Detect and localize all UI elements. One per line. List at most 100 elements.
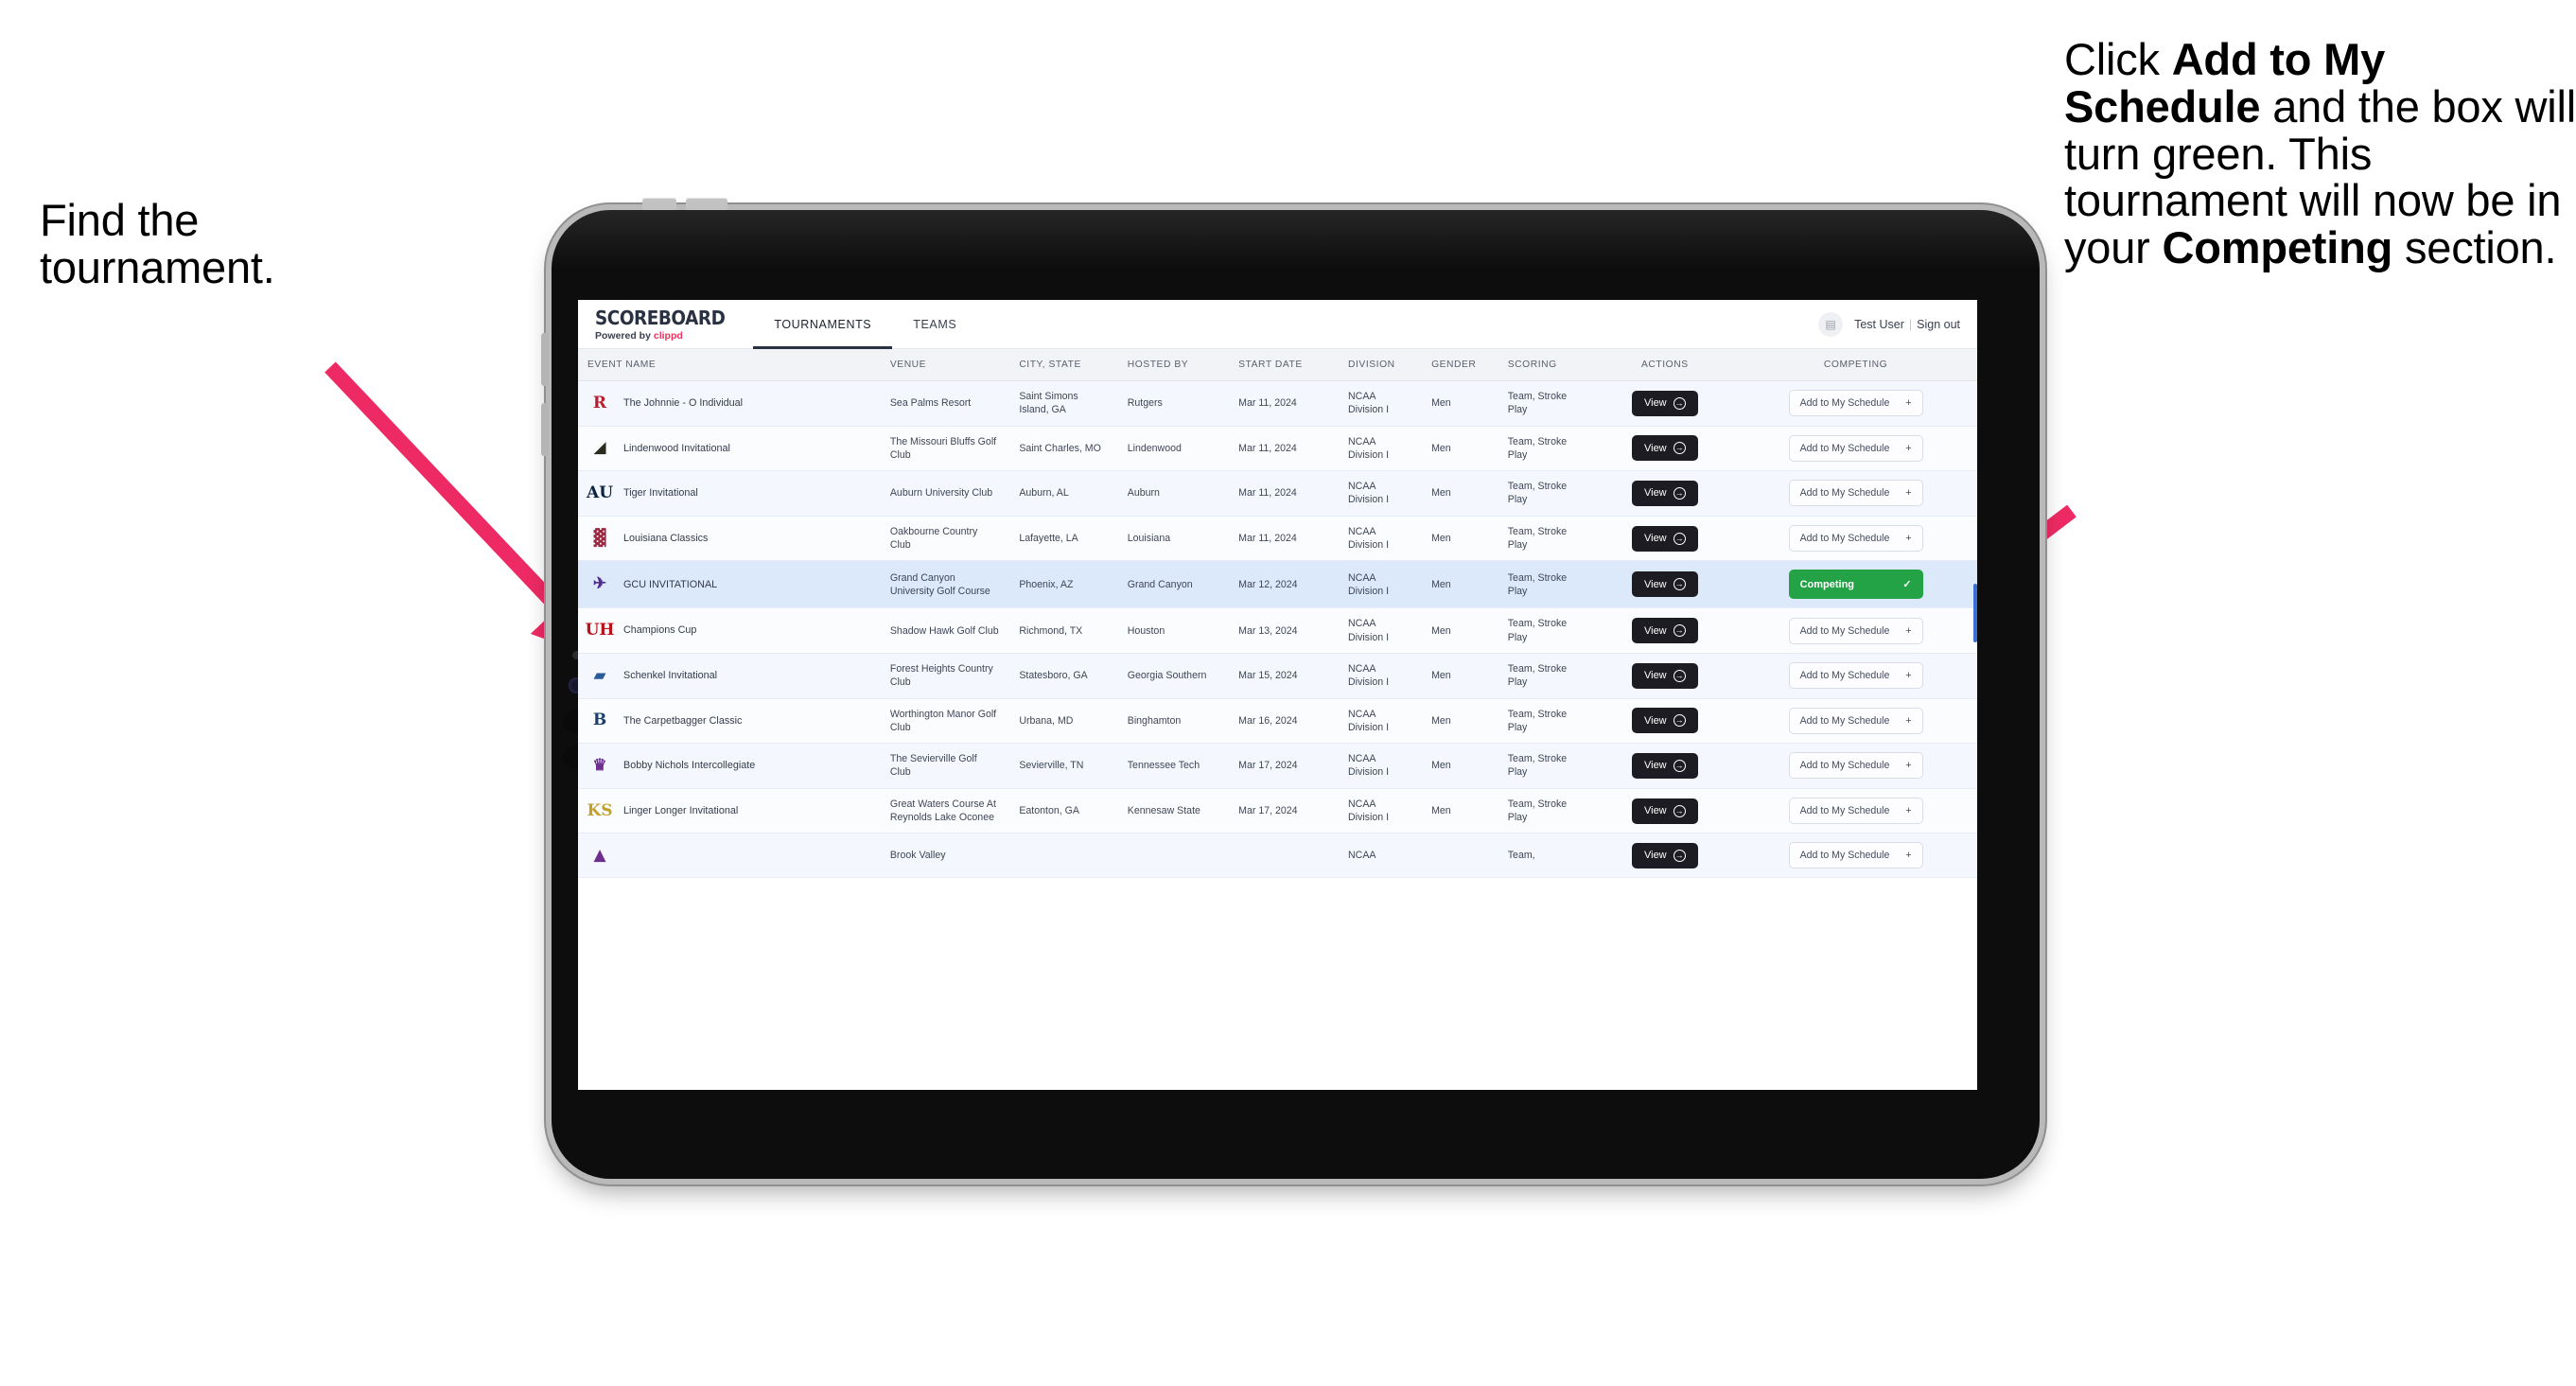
cell-division: NCAA Division I [1339, 653, 1423, 699]
add-to-my-schedule-label: Add to My Schedule [1799, 850, 1890, 862]
add-to-my-schedule-button[interactable]: Add to My Schedule + [1788, 617, 1923, 644]
cell-competing: Add to My Schedule + [1734, 698, 1977, 745]
add-to-my-schedule-button[interactable]: Add to My Schedule + [1788, 707, 1923, 734]
volume-down-button[interactable] [686, 198, 727, 210]
cell-city-state: Urbana, MD [1009, 698, 1118, 745]
view-button[interactable]: View → [1631, 390, 1698, 416]
view-button[interactable]: View → [1631, 842, 1698, 868]
cell-event-name: R The Johnnie - O Individual [578, 380, 881, 427]
table-row[interactable]: R The Johnnie - O Individual Sea Palms Res… [578, 380, 1977, 427]
table-row[interactable]: ▰ Schenkel Invitational Forest Heights Cou… [578, 653, 1977, 699]
team-logo-icon: KS [587, 800, 613, 820]
cell-hosted-by: Tennessee Tech [1117, 743, 1230, 789]
side-button-upper[interactable] [541, 333, 549, 386]
table-row[interactable]: ◢ Lindenwood Invitational The Missouri Blu… [578, 426, 1977, 472]
table-row[interactable]: AU Tiger Invitational Auburn University Cl… [578, 470, 1977, 517]
team-logo-icon: ▰ [593, 665, 606, 685]
view-button[interactable]: View → [1631, 752, 1698, 779]
add-to-my-schedule-button[interactable]: Add to My Schedule + [1788, 662, 1923, 690]
plus-icon: + [1905, 805, 1912, 817]
view-button-label: View [1643, 805, 1667, 817]
cell-actions: View → [1595, 380, 1735, 427]
col-division[interactable]: DIVISION [1339, 349, 1423, 381]
cell-start-date: Mar 17, 2024 [1229, 743, 1340, 789]
scrollbar-thumb[interactable] [1973, 584, 1977, 642]
arrow-right-circle-icon: → [1673, 714, 1686, 728]
view-button[interactable]: View → [1631, 571, 1698, 598]
cell-actions: View → [1595, 560, 1735, 609]
view-button[interactable]: View → [1631, 480, 1698, 506]
col-city-state[interactable]: CITY, STATE [1009, 349, 1118, 381]
table-row[interactable]: ▓ Louisiana Classics Oakbourne Country Clu… [578, 516, 1977, 562]
cell-scoring: Team, Stroke Play [1498, 516, 1596, 562]
annotation-right-p2b: Competing [2162, 222, 2393, 273]
col-hosted-by[interactable]: HOSTED BY [1117, 349, 1230, 381]
cell-division: NCAA Division I [1339, 380, 1423, 427]
add-to-my-schedule-button[interactable]: Add to My Schedule + [1788, 752, 1923, 780]
event-name-label: Lindenwood Invitational [623, 442, 730, 454]
cell-start-date: Mar 16, 2024 [1229, 698, 1340, 745]
cell-competing: Add to My Schedule + [1734, 470, 1977, 517]
view-button[interactable]: View → [1631, 525, 1698, 552]
cell-hosted-by: Auburn [1117, 470, 1230, 517]
competing-button[interactable]: Competing ✓ [1788, 570, 1923, 600]
add-to-my-schedule-button[interactable]: Add to My Schedule + [1788, 434, 1923, 462]
col-event-name[interactable]: EVENT NAME [578, 349, 881, 381]
event-name-label: Schenkel Invitational [623, 669, 718, 681]
table-row[interactable]: UH Champions Cup Shadow Hawk Golf Club Rich… [578, 607, 1977, 654]
col-venue[interactable]: VENUE [880, 349, 1010, 381]
view-button[interactable]: View → [1631, 618, 1698, 644]
plus-icon: + [1905, 850, 1912, 862]
side-button-lower[interactable] [541, 403, 549, 456]
app-logo[interactable]: SCOREBOARD Powered by clippd [578, 300, 753, 348]
add-to-my-schedule-label: Add to My Schedule [1799, 533, 1890, 545]
cell-scoring: Team, Stroke Play [1498, 426, 1596, 472]
cell-scoring: Team, Stroke Play [1498, 698, 1596, 745]
arrow-right-circle-icon: → [1673, 669, 1686, 682]
add-to-my-schedule-button[interactable]: Add to My Schedule + [1788, 525, 1923, 553]
view-button[interactable]: View → [1631, 708, 1698, 734]
add-to-my-schedule-label: Add to My Schedule [1799, 714, 1890, 727]
col-competing[interactable]: COMPETING [1734, 349, 1977, 381]
table-row[interactable]: B The Carpetbagger Classic Worthington Man… [578, 698, 1977, 745]
col-actions[interactable]: ACTIONS [1595, 349, 1735, 381]
tab-tournaments[interactable]: TOURNAMENTS [753, 300, 893, 349]
tab-teams[interactable]: TEAMS [892, 300, 977, 348]
add-to-my-schedule-button[interactable]: Add to My Schedule + [1788, 798, 1923, 825]
cell-gender: Men [1422, 607, 1498, 654]
cell-hosted-by [1117, 833, 1230, 879]
cell-venue: Grand Canyon University Golf Course [880, 560, 1010, 609]
user-separator: | [1908, 317, 1913, 331]
add-to-my-schedule-button[interactable]: Add to My Schedule + [1788, 842, 1923, 869]
arrow-right-circle-icon: → [1673, 486, 1686, 500]
view-button[interactable]: View → [1631, 435, 1698, 462]
col-gender[interactable]: GENDER [1422, 349, 1498, 381]
add-to-my-schedule-button[interactable]: Add to My Schedule + [1788, 480, 1923, 507]
cell-event-name: KS Linger Longer Invitational [578, 788, 881, 834]
add-to-my-schedule-button[interactable]: Add to My Schedule + [1788, 390, 1923, 417]
cell-actions: View → [1595, 833, 1735, 879]
cell-gender: Men [1422, 698, 1498, 745]
table-row[interactable]: ✈ GCU INVITATIONAL Grand Canyon University… [578, 560, 1977, 609]
sign-out-link[interactable]: Sign out [1917, 318, 1960, 331]
table-row[interactable]: ♛ Bobby Nichols Intercollegiate The Sevier… [578, 743, 1977, 789]
arrow-right-circle-icon: → [1673, 804, 1686, 817]
cell-venue: Auburn University Club [880, 470, 1010, 517]
team-logo-icon: ◢ [593, 438, 606, 458]
table-row[interactable]: KS Linger Longer Invitational Great Waters… [578, 788, 1977, 834]
volume-up-button[interactable] [642, 198, 676, 210]
cell-scoring: Team, [1498, 833, 1596, 879]
view-button[interactable]: View → [1631, 662, 1698, 689]
table-row[interactable]: ▲ Brook Valley NCAA Team, View → Add to My Sch… [578, 833, 1977, 879]
col-scoring[interactable]: SCORING [1498, 349, 1596, 381]
avatar[interactable]: ▤ [1818, 311, 1844, 337]
cell-competing: Add to My Schedule + [1734, 788, 1977, 834]
app-header: SCOREBOARD Powered by clippd TOURNAMENTS… [578, 300, 1977, 349]
view-button[interactable]: View → [1631, 798, 1698, 824]
tournaments-table-scroll[interactable]: EVENT NAME VENUE CITY, STATE HOSTED BY S… [578, 349, 1977, 1090]
cell-gender: Men [1422, 470, 1498, 517]
cell-venue: Brook Valley [880, 833, 1010, 879]
cell-event-name: ♛ Bobby Nichols Intercollegiate [578, 743, 881, 789]
col-start-date[interactable]: START DATE [1229, 349, 1340, 381]
event-name-label: Tiger Invitational [623, 487, 698, 500]
